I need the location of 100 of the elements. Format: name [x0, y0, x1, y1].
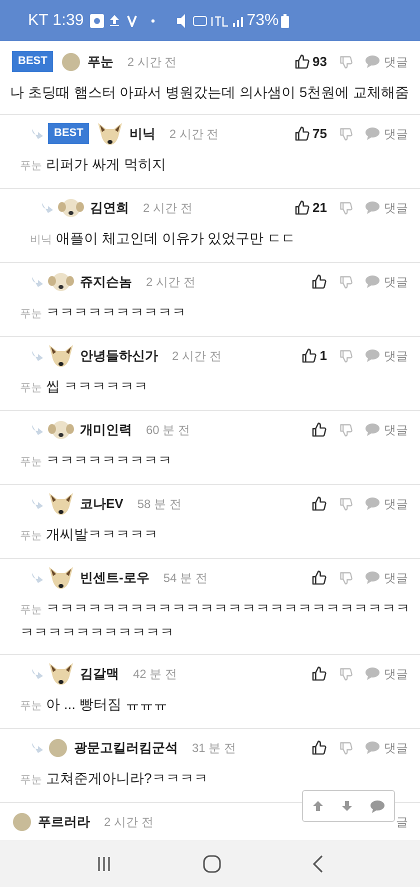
- speech-bubble-icon: [365, 349, 380, 362]
- comment-text: 푸눈 ㅋㅋㅋㅋㅋㅋㅋㅋㅋㅋ: [20, 304, 186, 320]
- comment-icon[interactable]: [370, 800, 386, 812]
- comment-time: 60 분 전: [146, 422, 190, 438]
- author-name[interactable]: 푸르러라: [38, 812, 90, 832]
- like-count: 21: [312, 198, 327, 217]
- upload-icon: [110, 15, 119, 26]
- like-count: 1: [320, 346, 327, 365]
- mute-icon: [176, 14, 187, 28]
- comment-time: 2 시간 전: [146, 274, 196, 290]
- like-count: 93: [312, 52, 327, 71]
- reply-arrow-icon: [30, 350, 44, 360]
- thumbs-up-icon[interactable]: [311, 496, 327, 512]
- best-badge: BEST: [12, 51, 54, 72]
- thumbs-up-icon[interactable]: [311, 570, 327, 586]
- author-name[interactable]: 푸눈: [87, 52, 114, 72]
- app-notification-icon: [90, 14, 104, 28]
- lte-icon: [210, 14, 229, 26]
- thumbs-up-icon[interactable]: [300, 348, 317, 364]
- speech-bubble-icon: [365, 741, 380, 754]
- comment-text: 푸눈 리퍼가 싸게 먹히지: [20, 156, 166, 172]
- thumbs-up-icon[interactable]: [311, 274, 327, 290]
- author-name[interactable]: 광문고킬러킴군석: [74, 738, 178, 758]
- speech-bubble-icon: [365, 423, 380, 436]
- author-name[interactable]: 코나EV: [80, 494, 124, 514]
- reply-link[interactable]: 댓글: [384, 346, 408, 364]
- reply-link[interactable]: 댓글: [384, 124, 408, 142]
- battery-icon: [280, 14, 289, 28]
- thumbs-up-icon[interactable]: [311, 666, 327, 682]
- carrier-time: KT 1:39: [28, 10, 84, 30]
- reply-link[interactable]: 댓글: [384, 568, 408, 586]
- thumbs-down-icon[interactable]: [339, 422, 353, 436]
- author-name[interactable]: 개미인력: [80, 420, 132, 440]
- hd-icon: [192, 16, 207, 26]
- comment-text: 푸눈 개씨발ㅋㅋㅋㅋㅋ: [20, 526, 158, 542]
- thumbs-down-icon[interactable]: [339, 126, 353, 140]
- thumbs-up-icon[interactable]: [311, 740, 327, 756]
- comment-time: 58 분 전: [137, 496, 182, 512]
- reply-arrow-icon: [30, 128, 44, 138]
- comment-text: 푸눈 ㅋㅋㅋㅋㅋㅋㅋㅋㅋㅋㅋㅋㅋㅋㅋㅋㅋㅋㅋㅋㅋㅋㅋㅋㅋㅋㅋㅋㅋㅋㅋㅋㅋㅋㅋㅋㅋ: [20, 600, 410, 640]
- home-icon[interactable]: [202, 854, 221, 872]
- author-name[interactable]: 쥬지슨놈: [80, 272, 132, 292]
- comment-time: 2 시간 전: [172, 348, 222, 364]
- thumbs-down-icon[interactable]: [339, 54, 353, 68]
- comment-text: 푸눈 아 ... 빵터짐 ㅠㅠㅠ: [20, 696, 168, 712]
- speech-bubble-icon: [365, 55, 380, 68]
- best-badge: BEST: [48, 123, 90, 144]
- thumbs-down-icon[interactable]: [339, 666, 353, 680]
- reply-link[interactable]: 댓글: [384, 664, 408, 682]
- author-name[interactable]: 김연희: [90, 198, 129, 218]
- comment-text: 푸눈 씹 ㅋㅋㅋㅋㅋㅋ: [20, 378, 148, 394]
- comment-time: 42 분 전: [133, 666, 178, 682]
- speech-bubble-icon: [365, 571, 380, 584]
- battery-percent: 73%: [246, 10, 279, 30]
- speech-bubble-icon: [365, 667, 380, 680]
- comment-text: 비닉 애플이 체고인데 이유가 있었구만 ㄷㄷ: [30, 230, 296, 246]
- arrow-up-icon[interactable]: [312, 800, 324, 812]
- thumbs-down-icon[interactable]: [339, 496, 353, 510]
- speech-bubble-icon: [365, 201, 380, 214]
- author-name[interactable]: 비닉: [129, 124, 156, 144]
- thumbs-up-icon[interactable]: [294, 126, 310, 142]
- comment-text: 나 초딩때 햄스터 아파서 병원갔는데 의사샘이 5천원에 교체해줌: [10, 84, 410, 100]
- thumbs-down-icon[interactable]: [339, 348, 353, 362]
- reply-arrow-icon: [30, 276, 44, 286]
- speech-bubble-icon: [365, 275, 380, 288]
- author-name[interactable]: 빈센트-로우: [80, 568, 150, 588]
- reply-link[interactable]: 댓글: [384, 420, 408, 438]
- recent-apps-icon[interactable]: [96, 856, 112, 872]
- thumbs-down-icon[interactable]: [339, 570, 353, 584]
- thumbs-down-icon[interactable]: [339, 274, 353, 288]
- reply-link[interactable]: 댓글: [384, 198, 408, 216]
- reply-arrow-icon: [30, 742, 44, 752]
- comment-text: 푸눈 고쳐준게아니라?ㅋㅋㅋㅋ: [20, 770, 208, 786]
- signal-icon: [232, 14, 245, 26]
- like-count: 75: [312, 124, 327, 143]
- reply-link[interactable]: 댓글: [384, 738, 408, 756]
- reply-link[interactable]: 댓글: [384, 494, 408, 512]
- reply-link-fragment[interactable]: 글: [396, 812, 408, 830]
- reply-arrow-icon: [40, 202, 54, 212]
- comment-time: 54 분 전: [163, 570, 208, 586]
- reply-link[interactable]: 댓글: [384, 272, 408, 290]
- thumbs-down-icon[interactable]: [339, 740, 353, 754]
- arrow-down-icon[interactable]: [340, 800, 353, 812]
- reply-arrow-icon: [30, 498, 44, 508]
- thumbs-down-icon[interactable]: [339, 200, 353, 214]
- author-name[interactable]: 안녕들하신가: [80, 346, 158, 366]
- thumbs-up-icon[interactable]: [294, 54, 310, 70]
- back-icon[interactable]: [312, 854, 324, 872]
- thumbs-up-icon[interactable]: [311, 422, 327, 438]
- reply-link[interactable]: 댓글: [384, 52, 408, 70]
- comment-time: 2 시간 전: [104, 814, 154, 830]
- reply-arrow-icon: [30, 424, 44, 434]
- comment-time: 31 분 전: [192, 740, 236, 756]
- thumbs-up-icon[interactable]: [294, 200, 310, 216]
- speech-bubble-icon: [365, 127, 380, 140]
- author-name[interactable]: 김갈맥: [80, 664, 119, 684]
- comment-time: 2 시간 전: [127, 54, 177, 70]
- speech-bubble-icon: [365, 497, 380, 510]
- comment-text: 푸눈 ㅋㅋㅋㅋㅋㅋㅋㅋㅋ: [20, 452, 172, 468]
- dot-icon: [150, 18, 155, 22]
